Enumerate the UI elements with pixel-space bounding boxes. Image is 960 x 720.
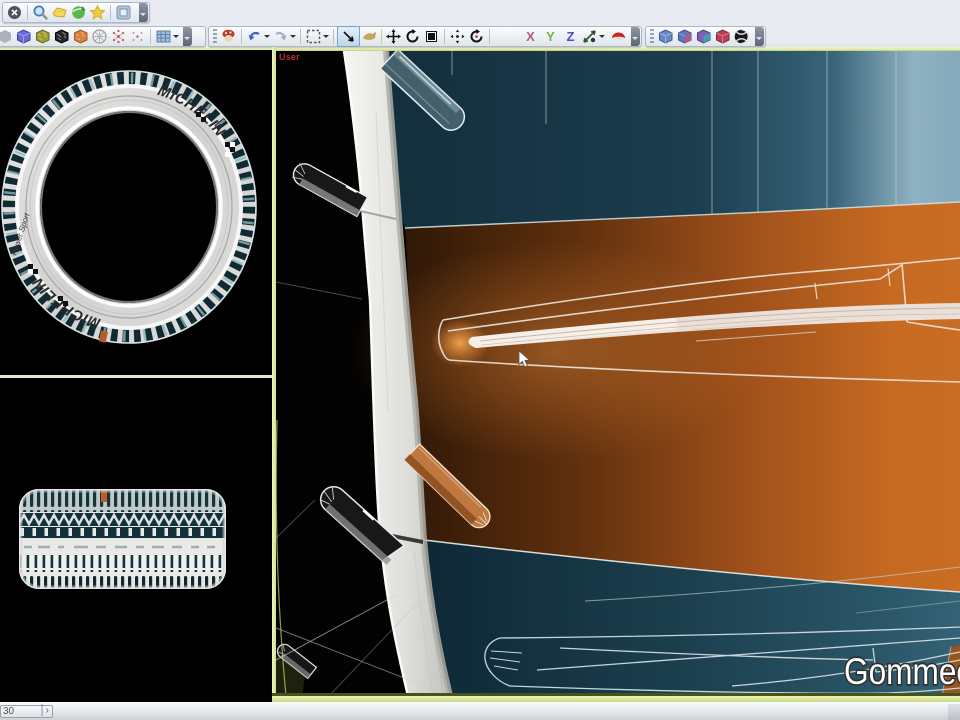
svg-text:Gommee: Gommee: [844, 651, 960, 692]
